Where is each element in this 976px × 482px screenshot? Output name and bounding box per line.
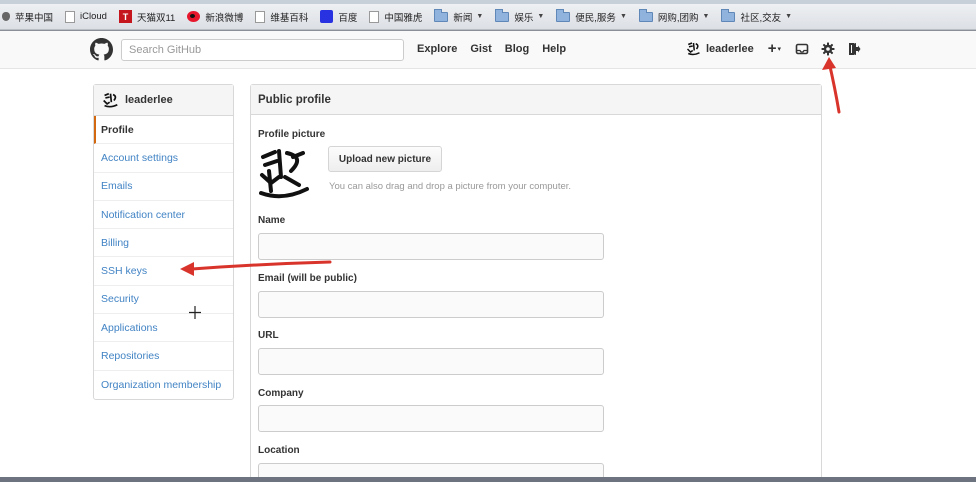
url-label: URL xyxy=(258,330,279,341)
folder-icon xyxy=(556,8,571,22)
bookmark-tmall[interactable]: T 天猫双11 xyxy=(118,7,175,27)
bookmark-folder-entertainment[interactable]: 娱乐 ▼ xyxy=(495,7,544,27)
sign-out-icon[interactable] xyxy=(847,42,861,56)
panel-title: Public profile xyxy=(251,85,821,115)
sidebar-username: leaderlee xyxy=(125,94,173,106)
chevron-down-icon: ▼ xyxy=(619,13,627,20)
profile-picture-label: Profile picture xyxy=(258,129,326,140)
avatar xyxy=(103,92,118,108)
bookmark-yahoo-china[interactable]: 中国雅虎 xyxy=(369,7,422,27)
bookmark-folder-services[interactable]: 便民,服务 ▼ xyxy=(556,7,627,27)
upload-picture-button[interactable]: Upload new picture xyxy=(328,146,442,172)
folder-icon xyxy=(495,8,510,22)
upload-hint: You can also drag and drop a picture fro… xyxy=(329,181,572,192)
bookmark-baidu[interactable]: 百度 xyxy=(320,7,357,27)
page-icon xyxy=(255,10,266,23)
bookmark-wikipedia[interactable]: 维基百科 xyxy=(255,7,308,27)
bookmark-folder-shopping[interactable]: 网购,团购 ▼ xyxy=(638,7,710,27)
chevron-down-icon[interactable]: ▾ xyxy=(777,45,781,53)
site-header: Search GitHub Explore Gist Blog Help lea… xyxy=(0,31,976,69)
page-icon xyxy=(369,10,380,23)
url-field[interactable] xyxy=(258,348,604,375)
weibo-icon xyxy=(187,11,201,22)
page-icon xyxy=(65,10,76,23)
user-menu: leaderlee + ▾ xyxy=(686,40,873,57)
nav-gist[interactable]: Gist xyxy=(470,43,491,55)
search-input[interactable]: Search GitHub xyxy=(121,39,404,61)
location-field[interactable] xyxy=(258,463,604,477)
sidebar-item-account-settings[interactable]: Account settings xyxy=(94,144,233,173)
location-label: Location xyxy=(258,445,300,456)
sidebar-item-emails[interactable]: Emails xyxy=(94,173,233,201)
company-field[interactable] xyxy=(258,405,604,432)
bookmark-apple-china[interactable]: 苹果中国 xyxy=(2,7,53,27)
folder-icon xyxy=(638,8,653,22)
bookmark-icloud[interactable]: iCloud xyxy=(65,7,107,27)
settings-sidebar: leaderlee Profile Account settings Email… xyxy=(93,84,234,400)
sidebar-item-organization-membership[interactable]: Organization membership xyxy=(94,371,233,399)
email-label: Email (will be public) xyxy=(258,273,357,284)
name-field[interactable] xyxy=(258,233,604,260)
avatar[interactable] xyxy=(686,41,701,57)
sidebar-item-billing[interactable]: Billing xyxy=(94,229,233,258)
chevron-down-icon: ▼ xyxy=(476,13,484,20)
sidebar-item-ssh-keys[interactable]: SSH keys xyxy=(94,257,233,286)
header-username[interactable]: leaderlee xyxy=(706,43,754,55)
sidebar-header: leaderlee xyxy=(94,85,233,116)
sidebar-item-profile[interactable]: Profile xyxy=(94,116,233,145)
chevron-down-icon: ▼ xyxy=(702,13,710,20)
folder-icon xyxy=(434,8,449,22)
bookmark-weibo[interactable]: 新浪微博 xyxy=(187,7,243,27)
nav-explore[interactable]: Explore xyxy=(417,43,457,55)
window-bottom-strip xyxy=(0,477,976,482)
create-new-button[interactable]: + xyxy=(768,40,777,57)
bookmark-folder-community[interactable]: 社区,交友 ▼ xyxy=(721,7,792,27)
tmall-icon: T xyxy=(118,10,132,23)
folder-icon xyxy=(721,8,736,22)
apple-icon xyxy=(2,12,10,21)
email-field[interactable] xyxy=(258,291,604,318)
name-label: Name xyxy=(258,215,286,226)
nav-blog[interactable]: Blog xyxy=(505,43,529,55)
baidu-icon xyxy=(320,10,334,23)
company-label: Company xyxy=(258,388,304,399)
chevron-down-icon: ▼ xyxy=(537,13,545,20)
sidebar-item-security[interactable]: Security xyxy=(94,286,233,315)
sidebar-item-applications[interactable]: Applications xyxy=(94,314,233,343)
sidebar-item-notification-center[interactable]: Notification center xyxy=(94,201,233,230)
github-logo-icon[interactable] xyxy=(90,38,113,61)
public-profile-panel: Public profile Profile picture Upload ne… xyxy=(250,84,822,477)
chevron-down-icon: ▼ xyxy=(785,13,793,20)
bookmark-folder-news[interactable]: 新闻 ▼ xyxy=(434,7,483,27)
github-page: Search GitHub Explore Gist Blog Help lea… xyxy=(0,31,976,477)
inbox-icon[interactable] xyxy=(795,42,809,56)
gear-icon[interactable] xyxy=(821,42,835,56)
sidebar-item-repositories[interactable]: Repositories xyxy=(94,342,233,371)
main-nav: Explore Gist Blog Help xyxy=(417,43,566,55)
profile-picture xyxy=(259,149,309,199)
nav-help[interactable]: Help xyxy=(542,43,566,55)
bookmarks-bar: 苹果中国 iCloud T 天猫双11 新浪微博 维基百科 百度 中国雅虎 新闻 ▼… xyxy=(0,4,976,30)
